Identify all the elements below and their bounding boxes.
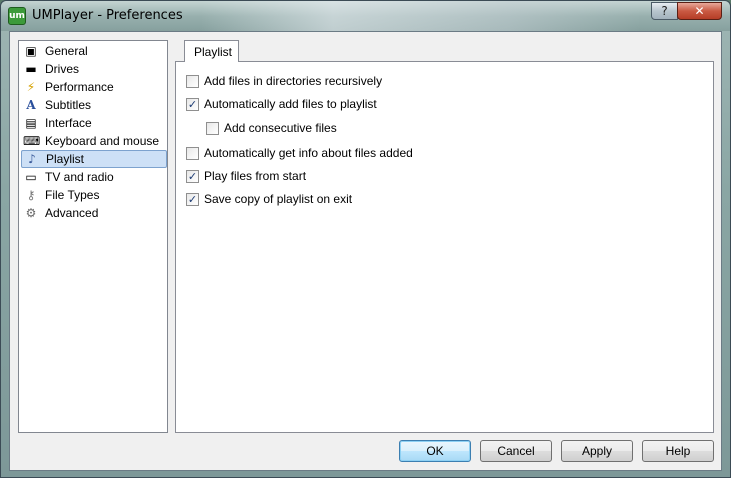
- tab-playlist[interactable]: Playlist: [184, 40, 239, 62]
- close-caption-button[interactable]: ✕: [677, 2, 722, 20]
- option-label: Automatically get info about files added: [204, 146, 413, 160]
- sidebar-item-general[interactable]: ▣ General: [21, 42, 167, 60]
- title-bar[interactable]: um UMPlayer - Preferences ? ✕: [1, 1, 730, 31]
- sidebar-item-label: Subtitles: [45, 98, 92, 112]
- sidebar-item-drives[interactable]: ▬ Drives: [21, 60, 167, 78]
- playlist-icon: ♪: [28, 152, 36, 166]
- option-add-consecutive-files[interactable]: Add consecutive files: [206, 121, 337, 135]
- option-label: Add consecutive files: [224, 121, 337, 135]
- sidebar-item-file-types[interactable]: ⚷ File Types: [21, 186, 167, 204]
- sidebar-item-label: Keyboard and mouse: [45, 134, 160, 148]
- help-button[interactable]: Help: [642, 440, 714, 462]
- title-bar-background: [201, 1, 641, 31]
- general-icon: ▣: [25, 44, 37, 58]
- sidebar-item-label: File Types: [45, 188, 100, 202]
- file-types-icon: ⚷: [26, 188, 36, 202]
- option-auto-add-files[interactable]: ✓ Automatically add files to playlist: [186, 97, 377, 111]
- sidebar-item-label: TV and radio: [45, 170, 114, 184]
- sidebar-item-label: Interface: [45, 116, 92, 130]
- app-icon: um: [8, 7, 26, 25]
- sections-list[interactable]: ▣ General ▬ Drives ⚡ Performance A Subti…: [18, 40, 168, 433]
- apply-button[interactable]: Apply: [561, 440, 633, 462]
- option-save-playlist-on-exit[interactable]: ✓ Save copy of playlist on exit: [186, 192, 352, 206]
- sidebar-item-label: Playlist: [46, 152, 85, 166]
- gear-icon: ⚙: [25, 206, 37, 220]
- preferences-window: um UMPlayer - Preferences ? ✕ ▣ General …: [0, 0, 731, 478]
- sidebar-item-label: Performance: [45, 80, 114, 94]
- sidebar-item-label: Drives: [45, 62, 80, 76]
- keyboard-icon: ⌨: [23, 134, 41, 148]
- sidebar-item-label: Advanced: [45, 206, 99, 220]
- sidebar-item-performance[interactable]: ⚡ Performance: [21, 78, 167, 96]
- option-label: Add files in directories recursively: [204, 74, 383, 88]
- sidebar-item-advanced[interactable]: ⚙ Advanced: [21, 204, 167, 222]
- checkbox-add-consecutive-files[interactable]: [206, 121, 219, 135]
- checkbox-add-files-recursively[interactable]: [186, 74, 199, 88]
- sidebar-item-playlist[interactable]: ♪ Playlist: [21, 150, 167, 168]
- sidebar-item-interface[interactable]: ▤ Interface: [21, 114, 167, 132]
- option-label: Play files from start: [204, 169, 307, 183]
- checkbox-auto-get-info[interactable]: [186, 146, 199, 160]
- option-label: Save copy of playlist on exit: [204, 192, 353, 206]
- checkbox-save-playlist-on-exit[interactable]: ✓: [186, 192, 199, 206]
- sidebar-item-label: General: [45, 44, 88, 58]
- drive-icon: ▬: [25, 62, 37, 76]
- option-auto-get-info[interactable]: Automatically get info about files added: [186, 146, 413, 160]
- help-caption-button[interactable]: ?: [651, 2, 678, 20]
- playlist-options-panel: Add files in directories recursively ✓ A…: [175, 61, 714, 433]
- option-add-files-recursively[interactable]: Add files in directories recursively: [186, 74, 382, 88]
- subtitles-icon: A: [26, 98, 36, 112]
- sidebar-item-subtitles[interactable]: A Subtitles: [21, 96, 167, 114]
- interface-icon: ▤: [25, 116, 37, 130]
- cancel-button[interactable]: Cancel: [480, 440, 552, 462]
- checkbox-auto-add-files[interactable]: ✓: [186, 97, 199, 111]
- dialog-client-area: ▣ General ▬ Drives ⚡ Performance A Subti…: [9, 31, 722, 471]
- caption-buttons: ? ✕: [651, 2, 722, 20]
- checkbox-play-from-start[interactable]: ✓: [186, 169, 199, 183]
- sidebar-item-tv-and-radio[interactable]: ▭ TV and radio: [21, 168, 167, 186]
- ok-button[interactable]: OK: [399, 440, 471, 462]
- window-title: UMPlayer - Preferences: [32, 8, 183, 23]
- tv-icon: ▭: [25, 170, 37, 184]
- lightning-icon: ⚡: [26, 80, 36, 94]
- option-play-from-start[interactable]: ✓ Play files from start: [186, 169, 306, 183]
- option-label: Automatically add files to playlist: [204, 97, 377, 111]
- sidebar-item-keyboard-and-mouse[interactable]: ⌨ Keyboard and mouse: [21, 132, 167, 150]
